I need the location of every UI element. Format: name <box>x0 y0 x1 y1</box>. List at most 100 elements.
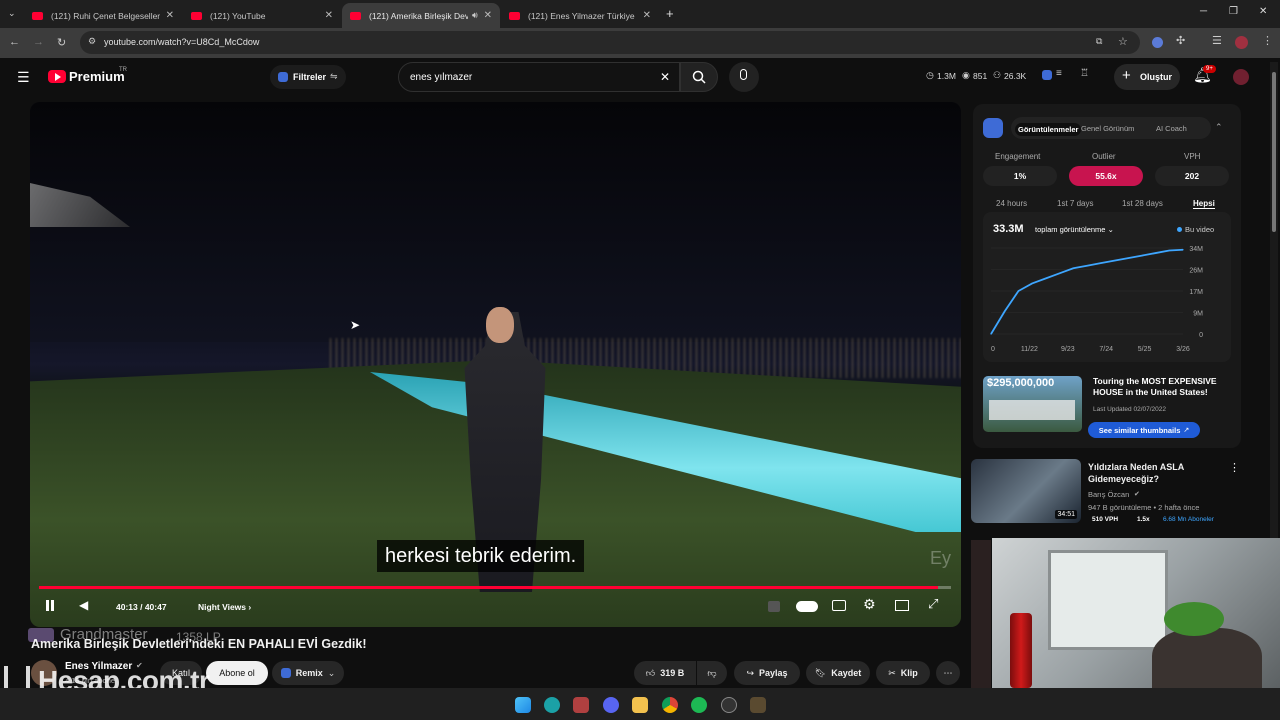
collapse-chevron-icon[interactable]: ⌃ <box>1215 122 1223 133</box>
maximize-icon[interactable]: ❐ <box>1229 6 1238 17</box>
iq-tab-views[interactable]: Görüntülenmeler <box>1015 123 1082 136</box>
series-point <box>1017 290 1020 292</box>
promo-title[interactable]: Touring the MOST EXPENSIVE HOUSE in the … <box>1093 376 1233 398</box>
site-info-icon[interactable]: ⚙ <box>88 36 96 47</box>
list-icon[interactable]: ≡ <box>1056 68 1062 79</box>
clip-button[interactable]: ✂ Klip <box>876 661 930 685</box>
volume-icon[interactable]: ◀︎ <box>79 598 88 612</box>
filters-button[interactable]: Filtreler ⇋ <box>270 65 346 89</box>
views-line-chart: 34M 26M 17M 9M 0 0 11/22 9/23 7/24 5/25 3/26 <box>990 246 1203 353</box>
recommended-thumbnail[interactable]: 34:51 <box>971 459 1081 523</box>
back-icon[interactable]: ← <box>9 36 20 48</box>
browser-menu-icon[interactable]: ⋮ <box>1262 34 1273 47</box>
settings-gear-icon[interactable]: ⚙ <box>863 596 876 613</box>
fullscreen-icon[interactable]: ⤢ <box>928 596 938 612</box>
iq-badge-icon <box>278 72 288 82</box>
youtube-favicon-icon <box>509 11 520 20</box>
hamburger-menu-icon[interactable]: ☰ <box>17 69 30 86</box>
recommended-more-icon[interactable]: ⋮ <box>1229 461 1240 474</box>
trophy-icon[interactable]: ♖ <box>1080 68 1089 79</box>
tab-search-chevron-icon[interactable]: ⌄ <box>8 8 16 19</box>
account-avatar[interactable] <box>1233 69 1249 85</box>
profile-avatar[interactable] <box>1235 36 1248 49</box>
browser-tab-2[interactable]: (121) YouTube ✕ <box>183 3 341 28</box>
x-tick-label: 5/25 <box>1138 346 1152 353</box>
save-button[interactable]: 🔖︎ Kaydet <box>806 661 870 685</box>
iq-tab-ai-coach[interactable]: AI Coach <box>1156 124 1187 133</box>
metric-label-vph: VPH <box>1184 152 1201 161</box>
range-all[interactable]: Hepsi <box>1193 199 1215 209</box>
voice-search-button[interactable] <box>729 62 759 92</box>
range-24h[interactable]: 24 hours <box>996 199 1027 208</box>
browser-tab-4[interactable]: (121) Enes Yilmazer Türkiye - Yo ✕ <box>501 3 659 28</box>
search-box[interactable]: enes yılmazer ✕ <box>398 62 680 92</box>
range-7d[interactable]: 1st 7 days <box>1057 199 1093 208</box>
iq-tab-overview[interactable]: Genel Görünüm <box>1081 124 1134 133</box>
new-tab-icon[interactable]: + <box>666 6 674 21</box>
obs-icon[interactable] <box>721 697 737 713</box>
close-tab-icon[interactable]: ✕ <box>325 10 333 21</box>
discord-icon[interactable] <box>603 697 619 713</box>
total-views-dropdown[interactable]: toplam görüntülenme ⌄ <box>1035 225 1114 234</box>
promo-thumbnail[interactable]: $295,000,000 <box>983 376 1082 432</box>
search-button[interactable] <box>680 62 718 92</box>
window-close-icon[interactable]: ✕ <box>1259 6 1267 17</box>
reload-icon[interactable]: ↻ <box>57 36 66 49</box>
browser-tab-3[interactable]: (121) Amerika Birleşik Devle 🔊︎ ✕ <box>342 3 500 28</box>
dislike-button[interactable]: 👎︎ <box>697 661 727 685</box>
iq-extension-icon[interactable] <box>1042 70 1052 80</box>
file-explorer-icon[interactable] <box>632 697 648 713</box>
recommended-video[interactable]: 34:51 Yıldızlara Neden ASLA Gidemeyeceği… <box>971 459 1251 527</box>
create-button[interactable]: + Oluştur <box>1114 64 1180 90</box>
recommended-title[interactable]: Yıldızlara Neden ASLA Gidemeyeceğiz? <box>1088 461 1228 485</box>
series-line-bu-video <box>990 248 1184 335</box>
close-tab-icon[interactable]: ✕ <box>643 10 651 21</box>
install-icon[interactable]: ⧉ <box>1096 36 1102 47</box>
remix-button[interactable]: Remix ⌄ <box>272 661 344 685</box>
windows-start-icon[interactable] <box>515 697 531 713</box>
close-tab-icon[interactable]: ✕ <box>484 10 492 21</box>
browser-tab-1[interactable]: (121) Ruhi Çenet Belgeselleri - Yo ✕ <box>24 3 182 28</box>
range-28d[interactable]: 1st 28 days <box>1122 199 1163 208</box>
reading-list-icon[interactable]: ☰ <box>1212 34 1222 47</box>
scrollbar-thumb[interactable] <box>1272 72 1276 232</box>
chapter-button[interactable]: Night Views › <box>198 602 251 612</box>
clear-search-icon[interactable]: ✕ <box>660 70 670 84</box>
browser-toolbar: ← → ↻ ⚙ youtube.com/watch?v=U8Cd_McCdow … <box>0 28 1280 58</box>
browser-tab-strip: ⌄ (121) Ruhi Çenet Belgeselleri - Yo ✕ (… <box>0 0 1280 28</box>
chrome-icon[interactable] <box>662 697 678 713</box>
spotify-icon[interactable] <box>691 697 707 713</box>
pause-icon[interactable] <box>46 600 49 611</box>
subs-badge: 6.68 Mn Aboneler <box>1163 516 1214 523</box>
app-icon-red[interactable] <box>573 697 589 713</box>
bookmark-star-icon[interactable]: ☆ <box>1118 35 1128 48</box>
speaker-icon[interactable]: 🔊︎ <box>472 10 478 21</box>
series-point <box>1141 254 1143 257</box>
captions-icon[interactable] <box>832 600 846 611</box>
extension-icon[interactable] <box>1152 37 1163 48</box>
video-player[interactable]: ➤ herkesi tebrik ederim. Ey ◀︎ 40:13 / 4… <box>30 102 961 627</box>
search-input[interactable]: enes yılmazer <box>410 72 472 83</box>
recommended-channel[interactable]: Barış Özcan <box>1088 490 1129 499</box>
close-tab-icon[interactable]: ✕ <box>166 10 174 21</box>
more-actions-button[interactable]: ⋯ <box>936 661 960 685</box>
night-sky <box>30 102 961 342</box>
autoplay-toggle[interactable] <box>796 601 818 612</box>
see-similar-button[interactable]: See similar thumbnails ↗ <box>1088 422 1200 438</box>
edge-icon[interactable] <box>544 697 560 713</box>
share-icon: ↪ <box>746 667 754 678</box>
brand-label: Premium <box>69 69 125 84</box>
game-app-icon[interactable] <box>750 697 766 713</box>
progress-track[interactable] <box>39 586 951 589</box>
puzzle-icon[interactable]: ✣ <box>1176 34 1185 47</box>
minimize-icon[interactable]: ─ <box>1200 6 1207 17</box>
more-icon: ⋯ <box>943 667 953 678</box>
iq-player-icon[interactable] <box>768 601 780 612</box>
share-button[interactable]: ↪ Paylaş <box>734 661 800 685</box>
like-button[interactable]: 👍︎ 319 B <box>634 661 696 685</box>
video-duration: 34:51 <box>1055 510 1077 519</box>
address-bar[interactable]: ⚙ youtube.com/watch?v=U8Cd_McCdow ⧉ ☆ <box>80 31 1140 54</box>
forward-icon[interactable]: → <box>33 36 44 48</box>
metric-outlier: 55.6x <box>1069 166 1143 186</box>
miniplayer-icon[interactable] <box>895 600 909 611</box>
